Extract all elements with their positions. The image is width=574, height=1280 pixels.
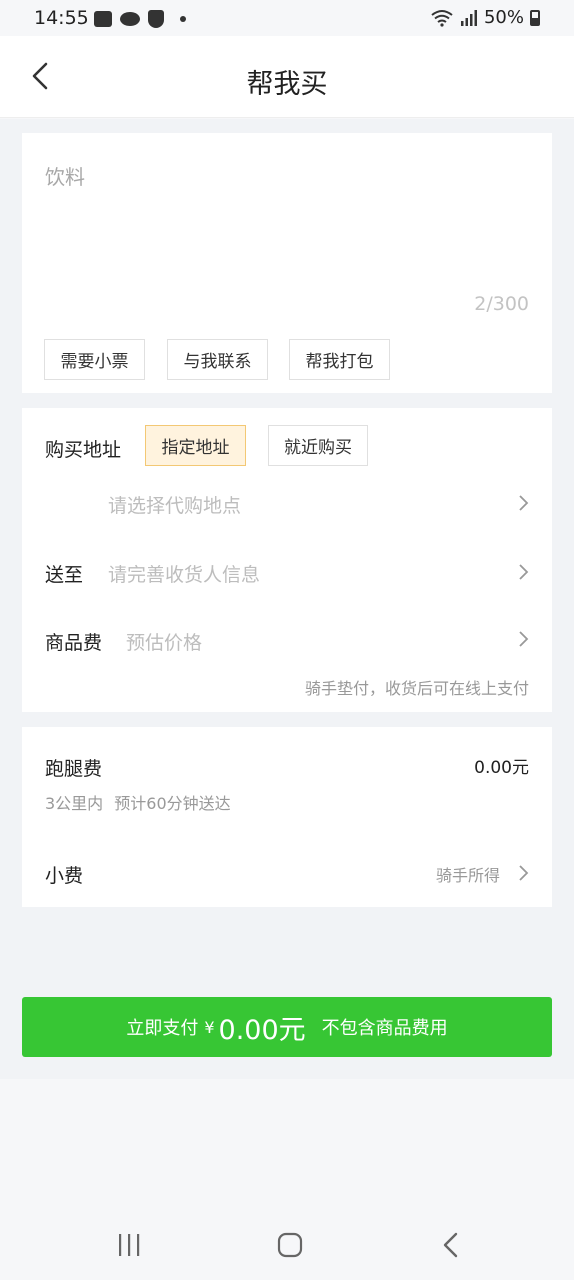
eta-text: 预计60分钟送达	[114, 794, 231, 813]
pay-note: 不包含商品费用	[321, 1018, 448, 1039]
page-title: 帮我买	[246, 69, 328, 100]
purchase-address-label: 购买地址	[45, 439, 122, 461]
tip-label: 小费	[45, 865, 84, 887]
shield-icon	[148, 10, 164, 28]
signal-icon	[460, 9, 477, 26]
order-description-input[interactable]: 饮料	[45, 161, 85, 190]
estimated-price-field[interactable]: 预估价格	[126, 628, 202, 655]
tip-note[interactable]: 骑手所得	[436, 862, 500, 886]
errand-fee-amount: 0.00元	[474, 758, 529, 778]
tag-pack-for-me[interactable]: 帮我打包	[289, 339, 390, 380]
battery-percent: 50%	[483, 7, 524, 28]
back-nav-icon[interactable]	[436, 1230, 466, 1260]
status-time: 14:55	[34, 7, 89, 29]
pay-amount: 0.00元	[218, 1014, 306, 1046]
purchase-info-card: 购买地址 指定地址 就近购买 请选择代购地点 送至 请完善收货人信息 商品费 预…	[22, 408, 552, 712]
receiver-info-field[interactable]: 请完善收货人信息	[108, 560, 260, 587]
header: 帮我买	[0, 36, 574, 118]
gallery-icon	[94, 11, 112, 27]
notification-dot-icon	[180, 16, 186, 22]
tag-contact-me[interactable]: 与我联系	[167, 339, 268, 380]
pay-label: 立即支付	[126, 1018, 199, 1039]
home-icon[interactable]	[275, 1230, 305, 1260]
chevron-right-icon[interactable]	[516, 494, 530, 512]
recent-apps-icon[interactable]	[114, 1230, 144, 1260]
chevron-right-icon[interactable]	[516, 630, 530, 648]
fees-card: 跑腿费 0.00元 3公里内 预计60分钟送达 小费 骑手所得	[22, 727, 552, 907]
pay-now-button[interactable]: 立即支付 ¥ 0.00元 不包含商品费用	[22, 997, 552, 1057]
purchase-location-field[interactable]: 请选择代购地点	[108, 491, 241, 518]
system-navigation-bar	[0, 1208, 574, 1280]
app-notification-icon	[120, 12, 140, 26]
distance-eta: 3公里内 预计60分钟送达	[45, 790, 231, 814]
tag-need-receipt[interactable]: 需要小票	[44, 339, 145, 380]
goods-fee-label: 商品费	[45, 632, 103, 654]
distance-text: 3公里内	[45, 794, 104, 813]
battery-icon	[530, 9, 540, 26]
chevron-right-icon[interactable]	[516, 864, 530, 882]
option-specified-address[interactable]: 指定地址	[145, 425, 246, 466]
payment-note: 骑手垫付，收货后可在线上支付	[304, 679, 529, 698]
option-nearby-purchase[interactable]: 就近购买	[268, 425, 368, 466]
status-bar: 14:55 50%	[0, 0, 574, 36]
order-description-card: 饮料 2/300 需要小票 与我联系 帮我打包	[22, 133, 552, 393]
currency-symbol: ¥	[204, 1017, 215, 1037]
chevron-right-icon[interactable]	[516, 563, 530, 581]
char-counter: 2/300	[474, 293, 529, 315]
wifi-icon	[431, 9, 453, 27]
deliver-to-label: 送至	[45, 564, 84, 586]
errand-fee-label: 跑腿费	[45, 758, 103, 780]
